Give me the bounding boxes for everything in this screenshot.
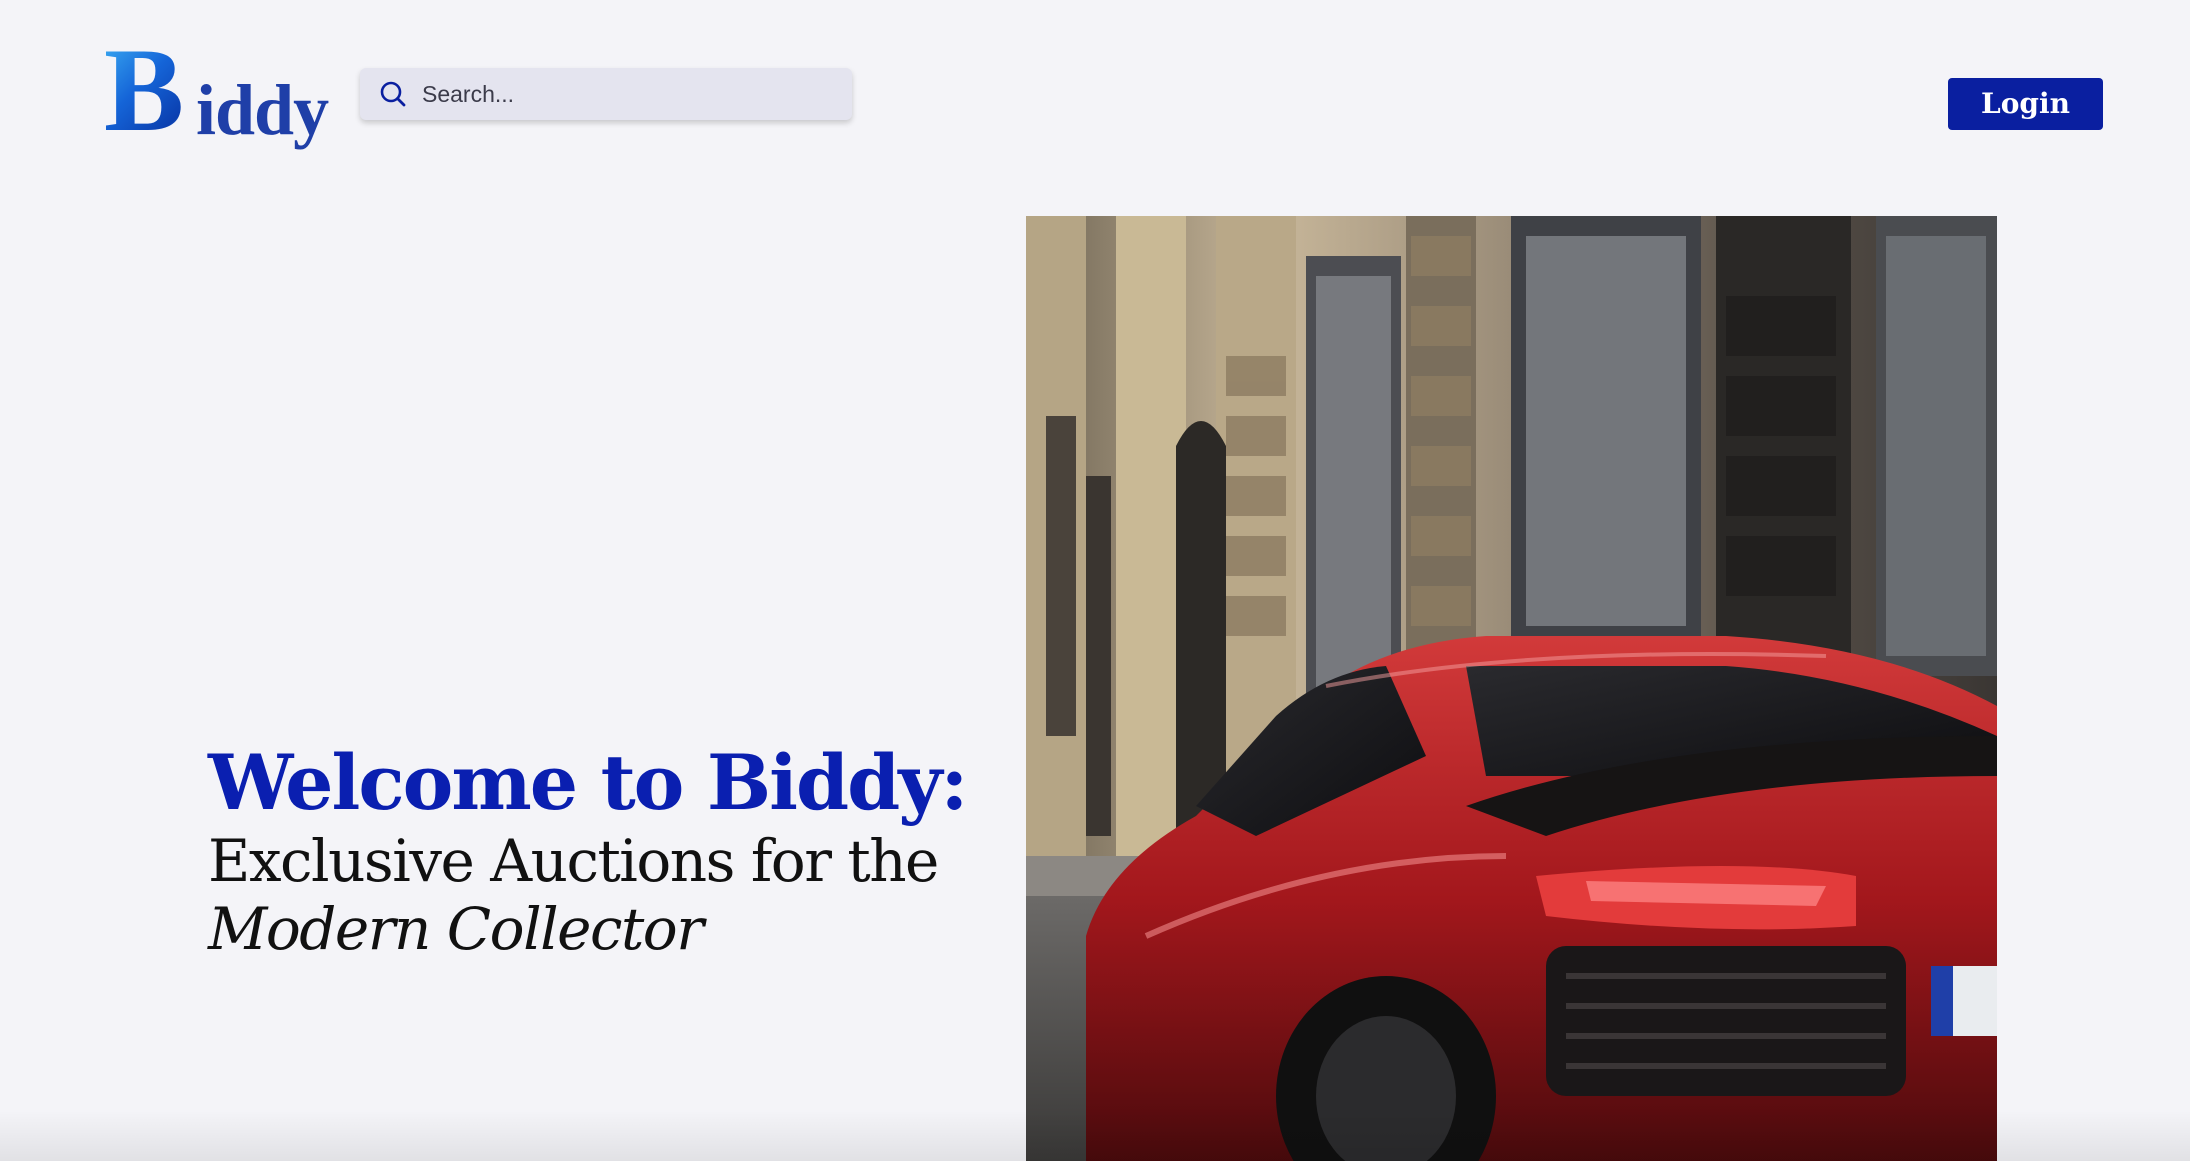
- login-button[interactable]: Login: [1948, 78, 2103, 130]
- hero-text: Welcome to Biddy: Exclusive Auctions for…: [208, 738, 1008, 964]
- hero-title: Welcome to Biddy:: [208, 738, 968, 827]
- car-photo-illustration: [1026, 216, 1997, 1161]
- hero-subtitle-italic: Modern Collector: [208, 895, 704, 963]
- page: B iddy Login Welcome to Biddy: Exclusive…: [0, 0, 2190, 1161]
- logo-wordmark: iddy: [196, 70, 329, 150]
- search-bar[interactable]: [360, 68, 852, 120]
- search-input[interactable]: [422, 80, 822, 108]
- hero-car-image: [1026, 216, 1997, 1161]
- hero-subtitle: Exclusive Auctions for the: [208, 827, 939, 895]
- biddy-logo[interactable]: B iddy: [104, 23, 329, 156]
- search-icon: [380, 81, 406, 107]
- logo-letter-b: B: [104, 23, 185, 156]
